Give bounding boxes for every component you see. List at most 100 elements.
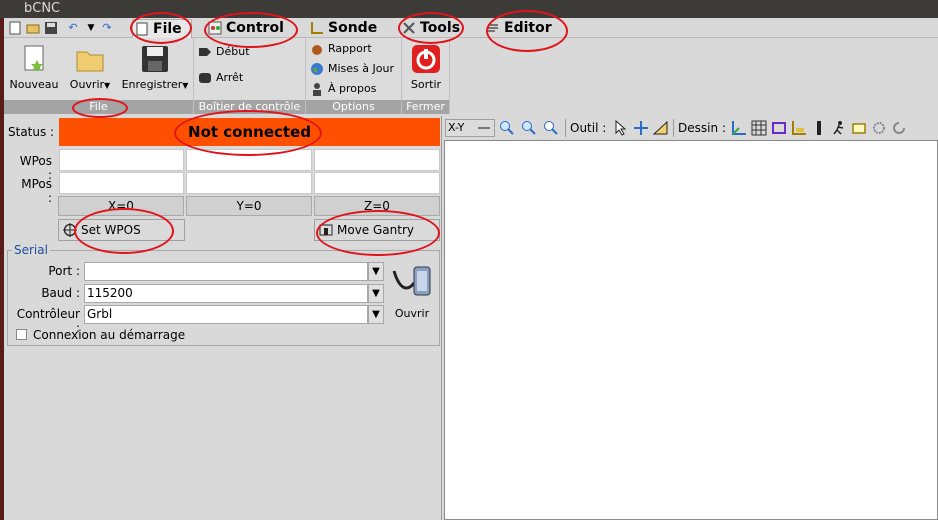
globe-icon [310, 62, 324, 76]
autoconnect-label: Connexion au démarrage [33, 328, 186, 342]
serial-connector-icon [390, 261, 434, 301]
save-button[interactable]: Enregistrer▼ [118, 44, 192, 91]
controller-select[interactable]: Grbl ▼ [84, 305, 384, 324]
tab-file-label: File [153, 21, 182, 37]
close-group-label: Fermer [402, 100, 449, 114]
refresh-icon[interactable] [891, 120, 907, 136]
baud-select[interactable]: 115200 ▼ [84, 284, 384, 303]
tab-tools-label: Tools [420, 20, 461, 36]
port-dropdown-icon[interactable]: ▼ [368, 262, 384, 281]
tool-label: Outil : [570, 121, 607, 135]
new-document-icon [19, 44, 49, 74]
port-value[interactable] [84, 262, 368, 281]
save-label-text: Enregistrer [121, 78, 183, 91]
dropdown-icon[interactable]: ▼ [84, 21, 98, 35]
probe-draw-icon[interactable] [811, 120, 827, 136]
workarea-icon[interactable] [791, 120, 807, 136]
grid-icon[interactable] [751, 120, 767, 136]
baud-value[interactable]: 115200 [84, 284, 368, 303]
zero-z-button[interactable]: Z=0 [314, 196, 440, 216]
zoom-in-icon[interactable] [499, 120, 515, 136]
tab-sonde[interactable]: Sonde [308, 19, 394, 38]
wpos-y-field [186, 149, 312, 171]
zero-x-button[interactable]: X=0 [58, 196, 184, 216]
status-row: Status : Not connected [4, 118, 440, 146]
tab-control[interactable]: Control [206, 19, 298, 38]
tab-tools[interactable]: Tools [400, 19, 474, 38]
camera-icon[interactable] [871, 120, 887, 136]
paths-icon[interactable] [851, 120, 867, 136]
stop-button[interactable]: Arrêt [198, 69, 243, 87]
menu-bar: ↶ ▼ ↷ File Control Sonde Tools Editor [4, 18, 938, 38]
zoom-out-icon[interactable] [521, 120, 537, 136]
status-badge: Not connected [59, 118, 440, 146]
serial-panel: Serial Port : ▼ Baud : 115200 ▼ Contrôle… [7, 243, 440, 346]
exit-button[interactable]: Sortir [406, 44, 446, 91]
window-titlebar: bCNC [0, 0, 938, 18]
new-file-icon[interactable] [8, 21, 22, 35]
start-label: Début [216, 45, 250, 58]
drawing-canvas[interactable] [444, 140, 938, 520]
autoconnect-checkbox[interactable]: Connexion au démarrage [16, 328, 185, 342]
tab-sonde-label: Sonde [328, 20, 378, 36]
move-gantry-button[interactable]: Move Gantry [314, 219, 440, 241]
options-group-label: Options [306, 100, 401, 114]
folder-icon [75, 44, 105, 74]
port-select[interactable]: ▼ [84, 262, 384, 281]
select-arrow-icon[interactable] [613, 119, 629, 136]
zoom-fit-icon[interactable] [543, 120, 559, 136]
status-label: Status : [8, 125, 55, 139]
tab-editor-label: Editor [504, 20, 552, 36]
view-dropdown-icon [478, 127, 490, 129]
zero-y-button[interactable]: Y=0 [186, 196, 312, 216]
options-group: Rapport Mises à Jour À propos Options [306, 38, 402, 114]
undo-icon[interactable]: ↶ [66, 21, 80, 35]
tab-editor[interactable]: Editor [484, 19, 566, 38]
port-label: Port : [48, 264, 80, 278]
move-gantry-label: Move Gantry [337, 223, 414, 237]
report-button[interactable]: Rapport [310, 40, 372, 58]
redo-icon[interactable]: ↷ [100, 21, 114, 35]
updates-label: Mises à Jour [328, 62, 394, 75]
about-button[interactable]: À propos [310, 80, 376, 98]
updates-button[interactable]: Mises à Jour [310, 60, 394, 78]
pan-icon[interactable] [633, 120, 649, 136]
person-icon [310, 82, 324, 96]
wpos-z-field [314, 149, 440, 171]
crosshair-icon [63, 223, 77, 237]
baud-dropdown-icon[interactable]: ▼ [368, 284, 384, 303]
save-dropdown-icon: ▼ [182, 81, 189, 90]
open-folder-icon[interactable] [26, 21, 40, 35]
axes-icon[interactable] [731, 120, 747, 136]
controller-dropdown-icon[interactable]: ▼ [368, 305, 384, 324]
window-title: bCNC [24, 1, 61, 16]
file-group-label: File [4, 100, 193, 114]
save-icon[interactable] [44, 21, 58, 35]
stop-label: Arrêt [216, 71, 244, 84]
ruler-icon[interactable] [652, 120, 669, 136]
open-button[interactable]: Ouvrir▼ [64, 44, 116, 91]
file-group: Nouveau Ouvrir▼ Enregistrer▼ File [4, 38, 194, 114]
open-dropdown-icon: ▼ [104, 81, 111, 90]
start-button[interactable]: Début [198, 43, 250, 61]
mpos-y-field [186, 172, 312, 194]
stop-icon [198, 71, 212, 85]
checkbox-box[interactable] [16, 329, 27, 340]
set-wpos-button[interactable]: Set WPOS [58, 219, 185, 241]
wpos-x-field [59, 149, 184, 171]
view-select[interactable]: X-Y [445, 119, 495, 137]
mpos-z-field [314, 172, 440, 194]
new-button-label: Nouveau [9, 78, 59, 91]
tab-file[interactable]: File [132, 19, 192, 38]
document-icon [135, 22, 149, 36]
view-select-value: X-Y [448, 121, 465, 134]
controller-value[interactable]: Grbl [84, 305, 368, 324]
panel-separator [441, 116, 442, 520]
serial-open-button[interactable]: Ouvrir [388, 261, 436, 327]
gantry-icon [319, 223, 333, 237]
mpos-label: MPos : [21, 177, 52, 205]
margins-icon[interactable] [771, 120, 787, 136]
new-button[interactable]: Nouveau [8, 44, 60, 91]
rapid-icon[interactable] [831, 120, 847, 136]
tools-icon [402, 21, 416, 35]
